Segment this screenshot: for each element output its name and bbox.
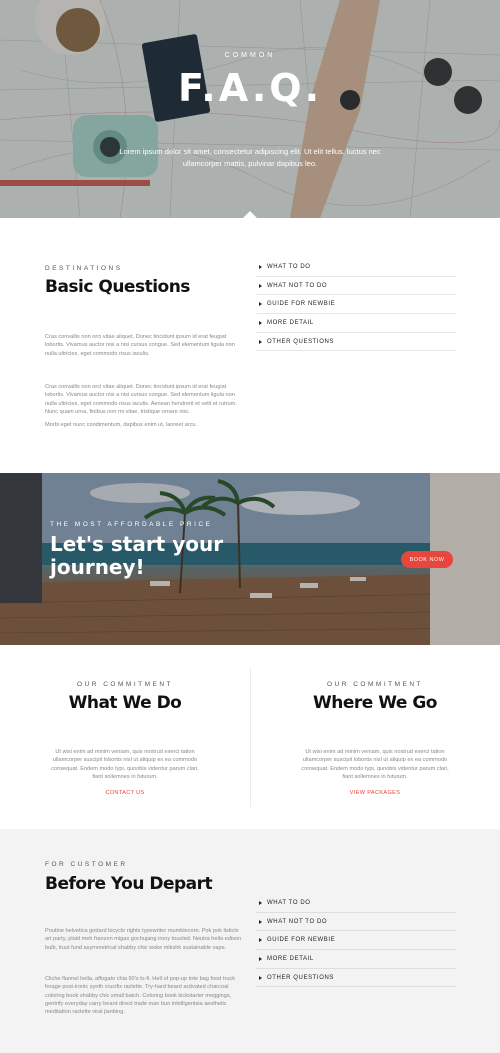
accordion-item-more-detail[interactable]: MORE DETAIL — [256, 314, 456, 333]
column-divider — [250, 667, 251, 807]
before-you-depart-section: FOR CUSTOMER Before You Depart Poutine h… — [0, 829, 500, 1053]
journey-banner: THE MOST AFFORDABLE PRICE Let's start yo… — [0, 473, 500, 645]
accordion-item-other-questions[interactable]: OTHER QUESTIONS — [256, 969, 456, 988]
depart-accordion: WHAT TO DO WHAT NOT TO DO GUIDE FOR NEWB… — [256, 894, 456, 988]
caret-right-icon — [259, 339, 262, 344]
caret-right-icon — [259, 956, 262, 961]
accordion-item-what-not-to-do[interactable]: WHAT NOT TO DO — [256, 277, 456, 296]
faq-paragraph-3: Morbi eget nunc condimentum, dapibus eni… — [45, 422, 198, 428]
commit-right-text: Ut wisi enim ad minim veniam, quis nostr… — [301, 749, 449, 780]
accordion-item-more-detail[interactable]: MORE DETAIL — [256, 950, 456, 969]
page-title: F.A.Q. — [177, 66, 323, 110]
banner-kicker: THE MOST AFFORDABLE PRICE — [50, 521, 213, 528]
accordion-item-what-to-do[interactable]: WHAT TO DO — [256, 894, 456, 913]
hero-subtitle: Lorem ipsum dolor sit amet, consectetur … — [119, 147, 381, 168]
caret-right-icon — [259, 975, 262, 980]
accordion-item-what-to-do[interactable]: WHAT TO DO — [256, 258, 456, 277]
commit-left-text: Ut wisi enim ad minim veniam, quis nostr… — [51, 749, 199, 780]
banner-title: Let's start your journey! — [50, 532, 224, 579]
caret-right-icon — [259, 919, 262, 924]
depart-paragraph-2: Cliche flannel hella, affogato chia 90's… — [45, 976, 236, 1016]
depart-title: Before You Depart — [45, 874, 213, 894]
hero-section: COMMON F.A.Q. Lorem ipsum dolor sit amet… — [0, 0, 500, 218]
caret-right-icon — [259, 900, 262, 905]
caret-right-icon — [259, 938, 262, 943]
faq-accordion: WHAT TO DO WHAT NOT TO DO GUIDE FOR NEWB… — [256, 258, 456, 352]
commit-left-title: What We Do — [68, 693, 182, 713]
accordion-item-what-not-to-do[interactable]: WHAT NOT TO DO — [256, 913, 456, 932]
faq-kicker: DESTINATIONS — [45, 265, 123, 272]
book-now-button[interactable]: BOOK NOW — [401, 551, 453, 568]
accordion-item-guide-for-newbie[interactable]: GUIDE FOR NEWBIE — [256, 295, 456, 315]
faq-paragraph-2: Cras convallis non orci vitae aliquet. D… — [45, 384, 237, 415]
depart-paragraph-1: Poutine helvetica godard bicycle rights … — [45, 928, 242, 951]
view-packages-link[interactable]: VIEW PACKAGES — [250, 790, 500, 796]
accordion-item-guide-for-newbie[interactable]: GUIDE FOR NEWBIE — [256, 931, 456, 951]
commitment-section: OUR COMMITMENT What We Do Ut wisi enim a… — [0, 645, 500, 829]
faq-section: DESTINATIONS Basic Questions Cras conval… — [0, 218, 500, 473]
caret-right-icon — [259, 320, 262, 325]
accordion-item-other-questions[interactable]: OTHER QUESTIONS — [256, 333, 456, 352]
faq-paragraph-1: Cras convallis non orci vitae aliquet. D… — [45, 334, 235, 357]
caret-right-icon — [259, 302, 262, 307]
depart-kicker: FOR CUSTOMER — [45, 861, 128, 868]
commit-right-title: Where We Go — [313, 693, 437, 713]
commit-left-kicker: OUR COMMITMENT — [76, 681, 174, 688]
caret-right-icon — [259, 283, 262, 288]
caret-right-icon — [259, 264, 262, 269]
hero-kicker: COMMON — [224, 52, 276, 59]
contact-us-link[interactable]: CONTACT US — [0, 790, 250, 796]
commit-right-kicker: OUR COMMITMENT — [326, 681, 424, 688]
hero-notch-indicator — [242, 211, 258, 218]
faq-title: Basic Questions — [45, 277, 190, 297]
